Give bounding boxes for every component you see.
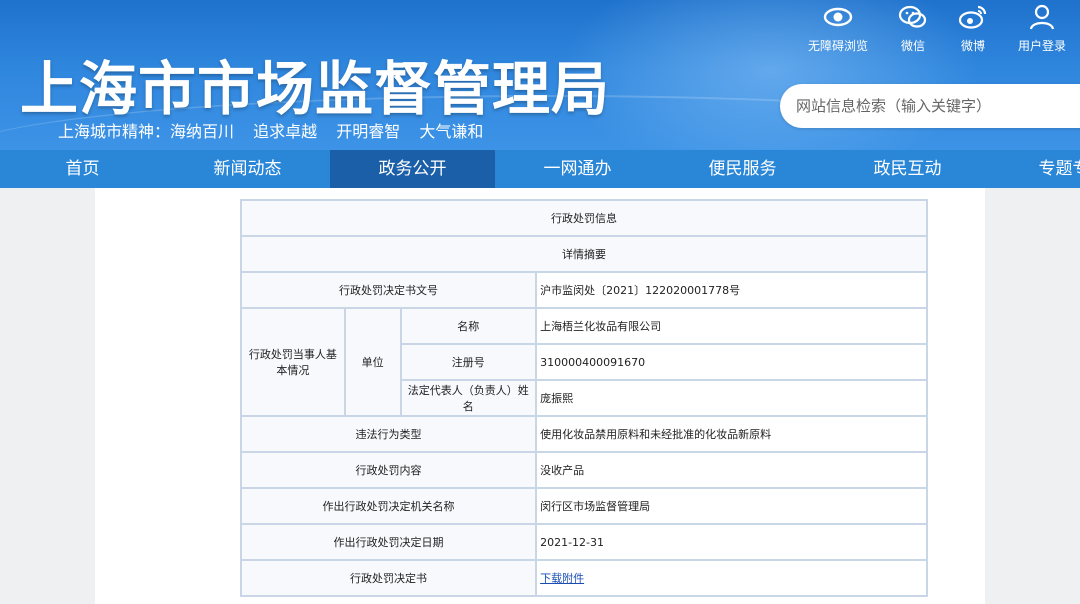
decision-cell: 下载附件 xyxy=(535,559,928,597)
slogan-part: 追求卓越 xyxy=(253,122,318,141)
user-login-button[interactable]: 用户登录 xyxy=(1018,4,1066,54)
wechat-label: 微信 xyxy=(900,39,925,53)
table-row: 详情摘要 xyxy=(240,235,928,273)
penalty-value: 没收产品 xyxy=(535,451,928,489)
top-toolbar: 无障碍浏览 微信 微博 用户登录 xyxy=(808,4,1066,54)
table-row: 作出行政处罚决定日期 2021-12-31 xyxy=(239,523,928,561)
party-label: 行政处罚当事人基本情况 xyxy=(240,307,346,417)
wechat-button[interactable]: 微信 xyxy=(898,4,928,54)
rep-label: 法定代表人（负责人）姓名 xyxy=(399,379,538,417)
main-nav: 首页 新闻动态 政务公开 一网通办 便民服务 政民互动 专题专栏 xyxy=(0,150,1080,188)
slogan-part: 开明睿智 xyxy=(336,122,401,141)
nav-item-gov-affairs[interactable]: 政务公开 xyxy=(330,150,495,188)
table-row: 行政处罚当事人基本情况 单位 名称 上海梧兰化妆品有限公司 xyxy=(240,307,928,417)
nav-item-home[interactable]: 首页 xyxy=(0,150,165,188)
site-header: 上海市市场监督管理局 上海城市精神：海纳百川 追求卓越 开明睿智 大气谦和 无障… xyxy=(0,0,1080,150)
weibo-label: 微博 xyxy=(960,39,985,53)
accessibility-label: 无障碍浏览 xyxy=(807,39,868,53)
violation-label: 违法行为类型 xyxy=(239,415,538,453)
table-row: 行政处罚内容 没收产品 xyxy=(239,451,928,489)
violation-value: 使用化妆品禁用原料和未经批准的化妆品新原料 xyxy=(535,415,928,453)
accessibility-button[interactable]: 无障碍浏览 xyxy=(808,4,868,54)
table-row: 行政处罚信息 xyxy=(240,199,928,237)
date-label: 作出行政处罚决定日期 xyxy=(239,523,538,561)
download-attachment-link[interactable]: 下载附件 xyxy=(540,572,584,585)
table-row: 行政处罚决定书文号 沪市监闵处〔2021〕122020001778号 xyxy=(239,271,928,309)
table-row: 行政处罚决定书 下载附件 xyxy=(239,559,928,597)
authority-value: 闵行区市场监督管理局 xyxy=(535,487,928,525)
eye-icon xyxy=(823,4,853,35)
name-value: 上海梧兰化妆品有限公司 xyxy=(535,307,928,345)
reg-label: 注册号 xyxy=(399,343,538,381)
penalty-label: 行政处罚内容 xyxy=(239,451,538,489)
slogan-part: 上海城市精神：海纳百川 xyxy=(58,122,235,141)
name-label: 名称 xyxy=(399,307,538,345)
doc-number-value: 沪市监闵处〔2021〕122020001778号 xyxy=(535,271,928,309)
nav-item-interaction[interactable]: 政民互动 xyxy=(825,150,990,188)
slogan-part: 大气谦和 xyxy=(419,122,484,141)
site-search xyxy=(780,84,1080,128)
wechat-icon xyxy=(898,4,928,35)
nav-item-news[interactable]: 新闻动态 xyxy=(165,150,330,188)
weibo-icon xyxy=(958,4,988,35)
search-input[interactable] xyxy=(780,84,1070,128)
weibo-button[interactable]: 微博 xyxy=(958,4,988,54)
site-title: 上海市市场监督管理局 xyxy=(20,55,611,123)
user-login-label: 用户登录 xyxy=(1017,39,1066,53)
decision-label: 行政处罚决定书 xyxy=(239,559,538,597)
table-row: 作出行政处罚决定机关名称 闵行区市场监督管理局 xyxy=(239,487,928,525)
table-row: 违法行为类型 使用化妆品禁用原料和未经批准的化妆品新原料 xyxy=(239,415,928,453)
unit-label: 单位 xyxy=(343,307,402,417)
date-value: 2021-12-31 xyxy=(535,523,928,561)
penalty-info-table: 行政处罚信息 详情摘要 行政处罚决定书文号 沪市监闵处〔2021〕1220200… xyxy=(239,199,928,597)
user-icon xyxy=(1027,4,1057,35)
table-title: 行政处罚信息 xyxy=(240,199,928,237)
nav-item-topics[interactable]: 专题专栏 xyxy=(990,150,1080,188)
reg-value: 310000400091670 xyxy=(535,343,928,381)
doc-number-label: 行政处罚决定书文号 xyxy=(239,271,538,309)
authority-label: 作出行政处罚决定机关名称 xyxy=(239,487,538,525)
nav-item-public-services[interactable]: 便民服务 xyxy=(660,150,825,188)
table-subtitle: 详情摘要 xyxy=(240,235,928,273)
rep-value: 庞振熙 xyxy=(535,379,928,417)
nav-item-online-services[interactable]: 一网通办 xyxy=(495,150,660,188)
city-slogan: 上海城市精神：海纳百川 追求卓越 开明睿智 大气谦和 xyxy=(58,118,497,142)
